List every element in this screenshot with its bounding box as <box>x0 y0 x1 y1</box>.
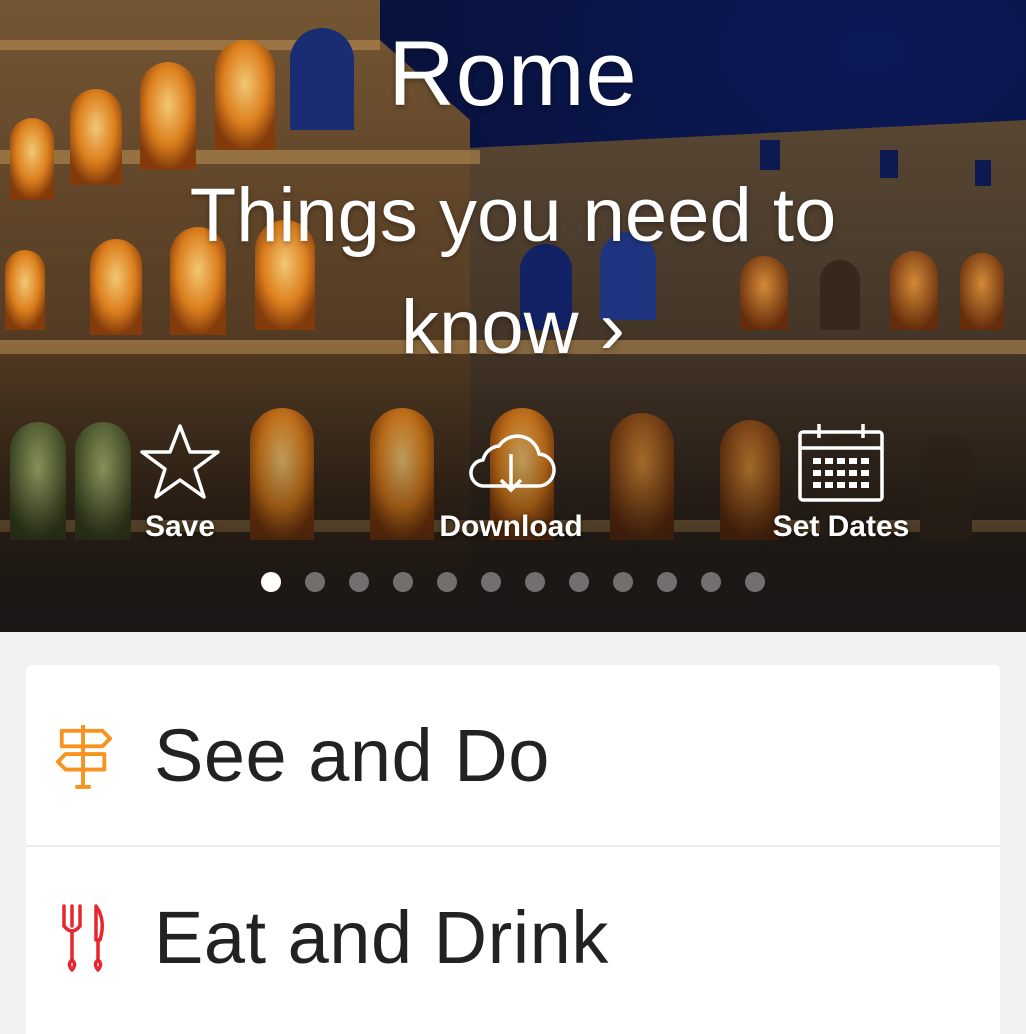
carousel-dot[interactable] <box>657 572 677 592</box>
carousel-page-indicator[interactable] <box>0 572 1026 594</box>
signpost-icon <box>54 718 114 792</box>
carousel-dot[interactable] <box>393 572 413 592</box>
save-label: Save <box>144 510 216 543</box>
carousel-dot[interactable] <box>305 572 325 592</box>
carousel-dot[interactable] <box>745 572 765 592</box>
carousel-dot[interactable] <box>525 572 545 592</box>
guide-sections-list: See and Do Eat and Drink <box>26 665 1000 1034</box>
list-item-eat-and-drink[interactable]: Eat and Drink <box>26 845 1000 1027</box>
set-dates-label: Set Dates <box>772 510 910 543</box>
see-and-do-label: See and Do <box>154 713 550 797</box>
download-button[interactable]: Download <box>430 420 592 544</box>
set-dates-button[interactable]: Set Dates <box>766 420 916 544</box>
star-icon <box>140 424 220 499</box>
eat-and-drink-label: Eat and Drink <box>154 895 609 979</box>
fork-knife-icon <box>54 900 114 974</box>
carousel-dot[interactable] <box>349 572 369 592</box>
carousel-dot[interactable] <box>261 572 281 592</box>
save-button[interactable]: Save <box>132 420 228 544</box>
things-to-know-link[interactable]: Things you need to know › <box>120 160 906 384</box>
cloud-download-icon <box>469 434 556 493</box>
list-item-see-and-do[interactable]: See and Do <box>26 665 1000 845</box>
calendar-icon <box>798 424 884 502</box>
download-label: Download <box>439 510 583 543</box>
carousel-dot[interactable] <box>569 572 589 592</box>
things-to-know-label: Things you need to know <box>189 173 837 370</box>
carousel-dot[interactable] <box>481 572 501 592</box>
carousel-dot[interactable] <box>701 572 721 592</box>
hero-banner: Rome Things you need to know › Save Down… <box>0 0 1026 632</box>
carousel-dot[interactable] <box>613 572 633 592</box>
chevron-right-icon: › <box>599 285 625 370</box>
city-title: Rome <box>388 23 638 125</box>
action-bar: Save Download Set Dates <box>0 420 1026 550</box>
carousel-dot[interactable] <box>437 572 457 592</box>
